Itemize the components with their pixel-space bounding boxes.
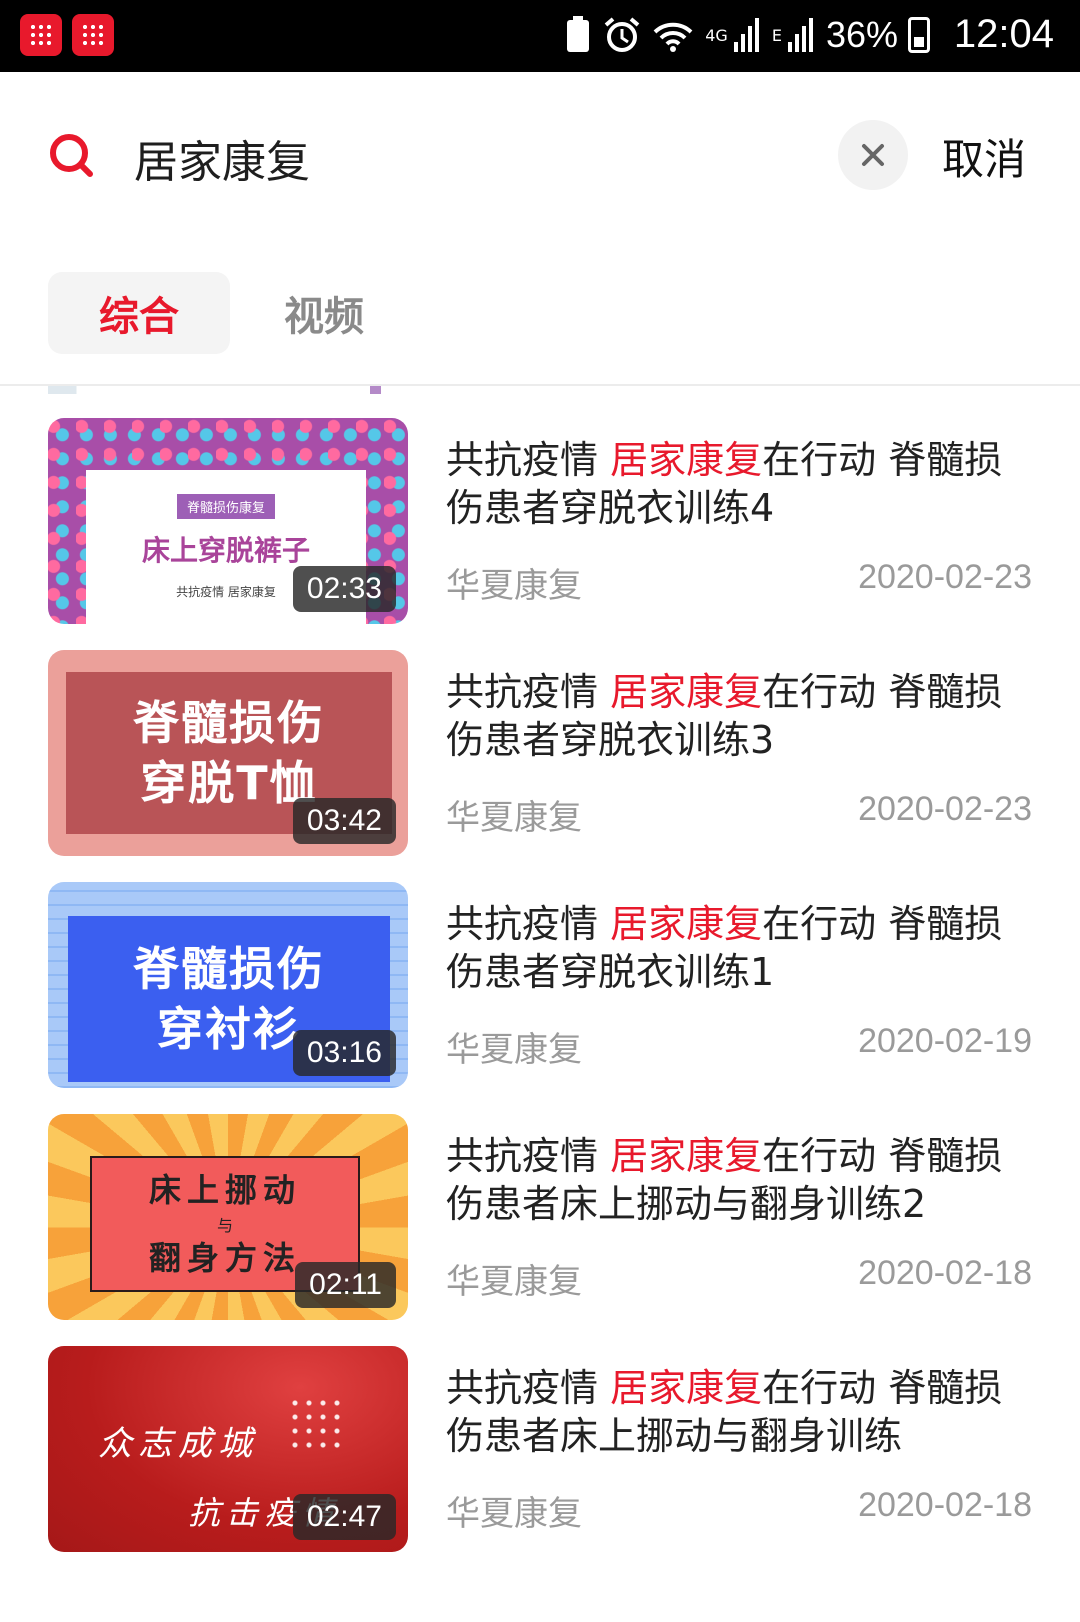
video-duration: 03:16 [292,1030,396,1076]
video-title[interactable]: 共抗疫情 居家康复在行动 脊髓损伤患者床上挪动与翻身训练2 [446,1132,1032,1228]
title-text: 共抗疫情 [446,902,611,946]
video-result-item[interactable]: 床上挪动 与 翻身方法 02:11 共抗疫情 居家康复在行动 脊髓损伤患者床上挪… [48,1114,1032,1320]
video-thumbnail[interactable]: 床上挪动 与 翻身方法 02:11 [48,1114,408,1320]
video-title[interactable]: 共抗疫情 居家康复在行动 脊髓损伤患者穿脱衣训练3 [446,668,1032,764]
tab-comprehensive[interactable]: 综合 [48,272,230,354]
video-result-item[interactable]: 脊髓损伤康复 床上穿脱裤子 共抗疫情 居家康复 02:33 共抗疫情 居家康复在… [48,418,1032,624]
title-text: 共抗疫情 [446,1366,611,1410]
title-highlight: 居家康复 [610,1366,763,1410]
video-author[interactable]: 华夏康复 [446,790,582,839]
close-icon [862,144,884,166]
wifi-icon [653,22,693,52]
video-date: 2020-02-19 [858,1022,1032,1060]
search-input[interactable]: 居家康复 [134,126,310,190]
video-author[interactable]: 华夏康复 [446,1254,582,1303]
tab-video[interactable]: 视频 [264,272,384,354]
video-date: 2020-02-23 [858,790,1032,828]
thumbnail-caption: 翻身方法 [148,1239,301,1277]
video-author[interactable]: 华夏康复 [446,1022,582,1071]
video-thumbnail[interactable]: 脊髓损伤 穿脱T恤 03:42 [48,650,408,856]
app-notification-icon [72,14,114,56]
sparkle-decoration [288,1396,348,1456]
network-4g-label: 4G [705,25,728,45]
thumbnail-caption: 床上穿脱裤子 [141,534,310,567]
thumbnail-caption: 穿脱T恤 [140,756,318,810]
title-text: 共抗疫情 [446,670,611,714]
partial-list-item [48,386,406,394]
clock: 12:04 [953,12,1054,56]
video-date: 2020-02-23 [858,558,1032,596]
title-highlight: 居家康复 [610,438,763,482]
title-highlight: 居家康复 [610,1134,763,1178]
video-duration: 02:47 [292,1494,396,1540]
video-result-item[interactable]: 脊髓损伤 穿衬衫 03:16 共抗疫情 居家康复在行动 脊髓损伤患者穿脱衣训练1… [48,882,1032,1088]
thumbnail-caption: 与 [216,1216,233,1235]
status-icons: 4G E 36% [563,14,930,56]
status-bar: 4G E 36% 12:04 [0,0,1080,72]
thumbnail-caption: 穿衬衫 [157,1002,301,1056]
video-thumbnail[interactable]: 脊髓损伤 穿衬衫 03:16 [48,882,408,1088]
search-icon [50,134,93,177]
video-result-item[interactable]: 脊髓损伤 穿脱T恤 03:42 共抗疫情 居家康复在行动 脊髓损伤患者穿脱衣训练… [48,650,1032,856]
network-e-label: E [771,25,782,45]
thumbnail-caption: 众志成城 [98,1424,258,1464]
video-date: 2020-02-18 [858,1254,1032,1292]
thumbnail-tag: 脊髓损伤康复 [176,494,275,519]
battery-percent: 36% [825,14,898,55]
title-text: 共抗疫情 [446,438,611,482]
cancel-button[interactable]: 取消 [942,126,1026,187]
video-duration: 03:42 [292,798,396,844]
thumbnail-subcaption: 共抗疫情 居家康复 [176,585,276,599]
alarm-icon [604,17,640,52]
battery-saver-icon [567,16,590,52]
video-author[interactable]: 华夏康复 [446,558,582,607]
video-title[interactable]: 共抗疫情 居家康复在行动 脊髓损伤患者床上挪动与翻身训练 [446,1364,1032,1460]
video-date: 2020-02-18 [858,1486,1032,1524]
signal-icon-2 [787,18,813,52]
title-text: 共抗疫情 [446,1134,611,1178]
thumbnail-caption: 床上挪动 [148,1171,301,1209]
battery-icon [908,17,930,53]
thumbnail-caption: 脊髓损伤 [133,942,325,996]
title-highlight: 居家康复 [610,670,763,714]
app-notification-icon [20,14,62,56]
video-result-item[interactable]: 众志成城 抗击疫情 02:47 共抗疫情 居家康复在行动 脊髓损伤患者床上挪动与… [48,1346,1032,1552]
video-duration: 02:33 [292,566,396,612]
video-title[interactable]: 共抗疫情 居家康复在行动 脊髓损伤患者穿脱衣训练1 [446,900,1032,996]
clear-search-button[interactable] [838,120,908,190]
video-thumbnail[interactable]: 众志成城 抗击疫情 02:47 [48,1346,408,1552]
title-highlight: 居家康复 [610,902,763,946]
video-author[interactable]: 华夏康复 [446,1486,582,1535]
signal-icon [733,18,759,52]
video-thumbnail[interactable]: 脊髓损伤康复 床上穿脱裤子 共抗疫情 居家康复 02:33 [48,418,408,624]
video-duration: 02:11 [295,1262,396,1308]
thumbnail-caption: 脊髓损伤 [133,696,325,750]
video-title[interactable]: 共抗疫情 居家康复在行动 脊髓损伤患者穿脱衣训练4 [446,436,1032,532]
